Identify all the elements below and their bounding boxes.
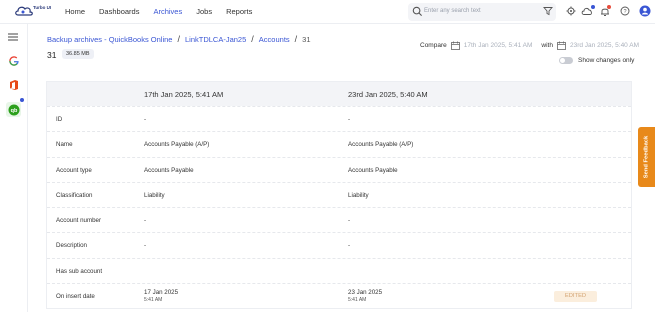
compare-to-date[interactable]: 23rd Jan 2025, 5:40 AM (570, 42, 639, 49)
nav-reports[interactable]: Reports (226, 7, 252, 16)
from-value: - (144, 217, 147, 225)
calendar-icon[interactable] (557, 41, 566, 50)
table-row: Name Accounts Payable (A/P) Accounts Payab… (47, 131, 631, 156)
compare-with-label: with (541, 42, 553, 49)
notification-badge (607, 5, 611, 9)
app-logo[interactable]: Turbo UI (14, 4, 54, 20)
cloud-badge (591, 5, 595, 9)
show-changes-toggle[interactable]: Show changes only (559, 57, 634, 64)
table-row: Account number - - (47, 207, 631, 232)
send-feedback-button[interactable]: Send Feedback (638, 127, 655, 187)
show-changes-label: Show changes only (578, 57, 635, 64)
from-value: 17 Jan 2025 (144, 289, 179, 297)
table-row: Classification Liability Liability (47, 181, 631, 207)
table-header: 17th Jan 2025, 5:41 AM 23rd Jan 2025, 5:… (47, 82, 631, 106)
compare-label: Compare (420, 42, 447, 49)
nav-archives[interactable]: Archives (153, 7, 182, 16)
to-value: Accounts Payable (348, 166, 398, 174)
google-app[interactable] (6, 53, 21, 68)
office-app[interactable] (6, 77, 21, 92)
from-value: Accounts Payable (A/P) (144, 141, 210, 149)
left-rail: qb (0, 24, 28, 312)
field-name: On insert date (56, 293, 95, 301)
column-header-from: 17th Jan 2025, 5:41 AM (144, 90, 224, 99)
breadcrumb-separator: / (251, 34, 254, 44)
logo-icon (15, 6, 33, 16)
search-icon (412, 6, 423, 17)
toggle-switch[interactable] (559, 57, 573, 64)
table-row: On insert date 17 Jan 2025 23 Jan 2025 5:41… (47, 283, 631, 308)
field-name: Description (56, 242, 87, 250)
quickbooks-icon: qb (8, 104, 19, 115)
send-feedback-label: Send Feedback (643, 135, 650, 179)
nav-dashboards[interactable]: Dashboards (99, 7, 139, 16)
help-icon[interactable]: ? (620, 6, 630, 16)
quickbooks-badge (20, 98, 24, 102)
to-value: - (348, 116, 351, 123)
from-subvalue: 5:41 AM (144, 297, 163, 304)
to-value: 23 Jan 2025 (348, 289, 383, 297)
filter-icon[interactable] (543, 6, 553, 16)
column-header-to: 23rd Jan 2025, 5:40 AM (348, 90, 428, 99)
breadcrumb-separator: / (177, 34, 180, 44)
comparison-table: 17th Jan 2025, 5:41 AM 23rd Jan 2025, 5:… (46, 81, 632, 310)
field-name: Account type (56, 166, 92, 174)
breadcrumb-backup-archives[interactable]: Backup archives - QuickBooks Online (47, 35, 172, 44)
table-row: ID - - (47, 106, 631, 131)
to-value: - (348, 217, 351, 225)
main-nav: Home Dashboards Archives Jobs Reports (65, 7, 266, 16)
field-name: Account number (56, 217, 102, 225)
from-value: - (144, 242, 147, 250)
breadcrumb: Backup archives - QuickBooks Online / Li… (47, 34, 311, 44)
breadcrumb-accounts[interactable]: Accounts (259, 35, 290, 44)
table-body: ID - - Name Accounts Payable (A/P) Accounts P… (47, 106, 631, 308)
field-name: Name (56, 141, 73, 149)
settings-icon[interactable] (566, 6, 576, 16)
to-value: - (348, 242, 351, 250)
field-name: ID (56, 116, 63, 123)
breadcrumb-separator: / (294, 34, 298, 44)
breadcrumb-current: 31 (302, 34, 311, 44)
office-icon (9, 79, 18, 90)
quickbooks-app[interactable]: qb (6, 102, 21, 117)
svg-text:?: ? (623, 9, 626, 15)
to-value: Accounts Payable (A/P) (348, 141, 414, 149)
page-title: 31 (47, 50, 57, 60)
compare-bar: Compare 17th Jan 2025, 5:41 AM with 23rd… (420, 41, 639, 50)
size-badge: 36.85 MB (62, 49, 94, 59)
compare-from-date[interactable]: 17th Jan 2025, 5:41 AM (464, 42, 533, 49)
field-name: Has sub account (56, 267, 103, 275)
nav-jobs[interactable]: Jobs (196, 7, 212, 16)
nav-home[interactable]: Home (65, 7, 85, 16)
table-row: Account type Accounts Payable Accounts Pay… (47, 156, 631, 182)
from-value: - (144, 116, 147, 123)
to-value: Liability (348, 191, 369, 199)
menu-icon[interactable] (8, 33, 18, 41)
table-row: Has sub account (47, 257, 631, 283)
from-value: Accounts Payable (144, 166, 194, 174)
search-input[interactable]: Enter any search text (424, 8, 481, 14)
top-navbar: Turbo UI Home Dashboards Archives Jobs R… (0, 0, 655, 24)
status-badge: EDITED (554, 291, 597, 303)
svg-text:qb: qb (10, 108, 17, 114)
google-icon (8, 55, 19, 66)
field-name: Classification (56, 191, 93, 199)
table-row: Description - - (47, 232, 631, 257)
user-icon[interactable] (639, 5, 651, 17)
breadcrumb-archive[interactable]: LinkTDLCA-Jan25 (185, 35, 246, 44)
app-name: Turbo UI (33, 5, 52, 10)
search-box[interactable]: Enter any search text (408, 3, 556, 21)
from-value: Liability (144, 191, 165, 199)
calendar-icon[interactable] (450, 41, 460, 50)
to-subvalue: 5:41 AM (348, 297, 367, 304)
